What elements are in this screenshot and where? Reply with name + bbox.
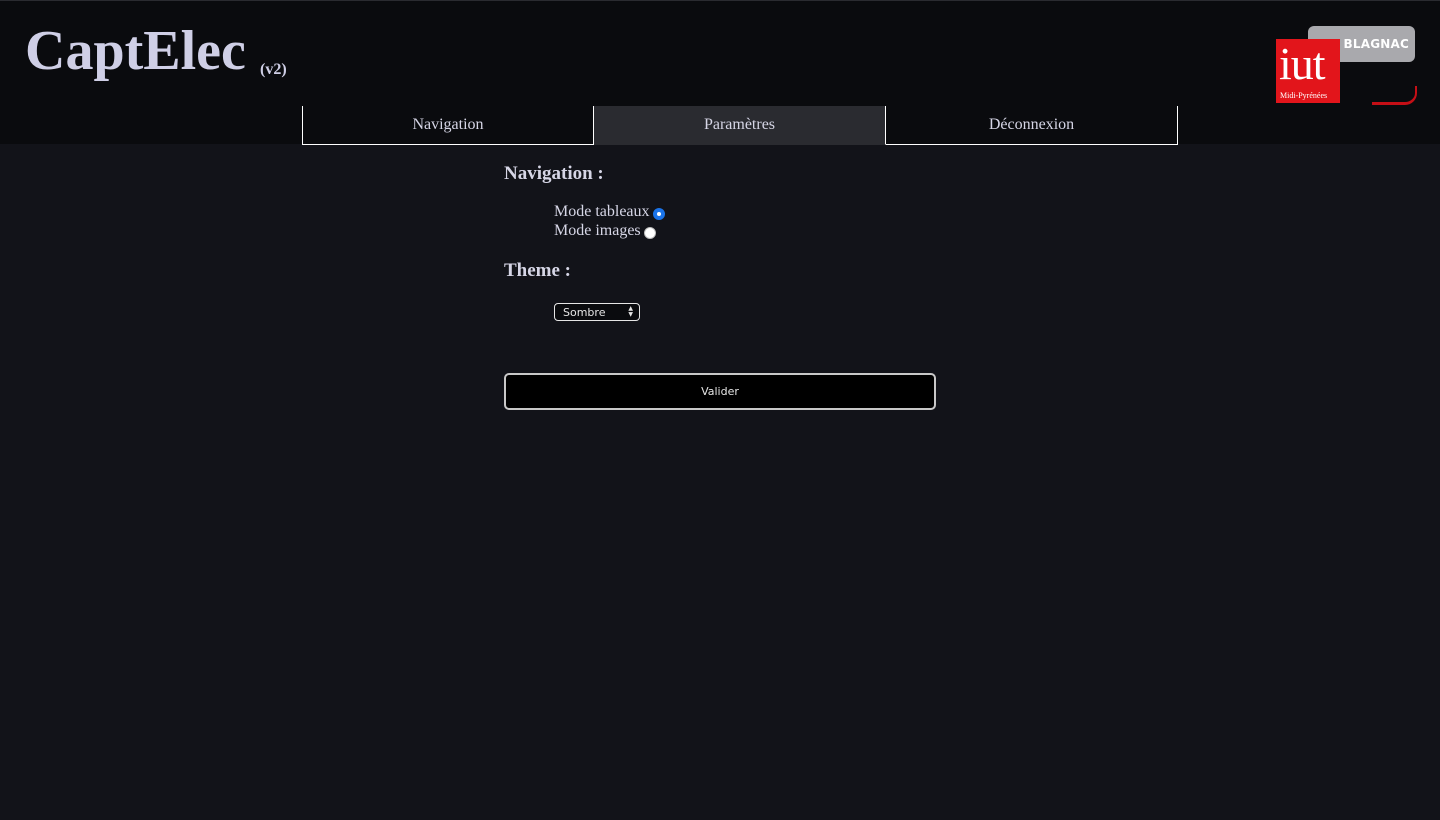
radio-mode-tableaux-row: Mode tableaux (554, 203, 665, 221)
header: CaptElec (v2) BLAGNAC iut Midi-Pyrénées … (0, 0, 1440, 145)
tab-parametres[interactable]: Paramètres (594, 106, 886, 145)
main-tabs: Navigation Paramètres Déconnexion (302, 106, 1178, 145)
navigation-section-title: Navigation : (504, 163, 604, 184)
logo-iut-text: iut (1279, 38, 1326, 89)
select-arrows-icon: ▲ ▼ (628, 305, 633, 318)
radio-mode-images-label: Mode images (554, 222, 641, 239)
app-version: (v2) (260, 61, 287, 78)
radio-mode-tableaux-label: Mode tableaux (554, 203, 650, 220)
radio-mode-tableaux[interactable] (652, 207, 665, 220)
theme-select-value: Sombre (563, 305, 606, 319)
theme-select[interactable]: Sombre ▲ ▼ (554, 303, 640, 321)
iut-blagnac-logo: BLAGNAC iut Midi-Pyrénées (1276, 26, 1417, 105)
radio-mode-images[interactable] (643, 226, 656, 239)
validate-button[interactable]: Valider (504, 373, 936, 410)
radio-mode-images-row: Mode images (554, 222, 656, 240)
tab-deconnexion[interactable]: Déconnexion (886, 106, 1178, 145)
logo-iut-block: iut Midi-Pyrénées (1276, 39, 1340, 103)
tab-navigation[interactable]: Navigation (302, 106, 594, 145)
app-title: CaptElec (25, 20, 246, 82)
theme-section-title: Theme : (504, 260, 572, 281)
logo-iut-subtitle: Midi-Pyrénées (1280, 91, 1328, 100)
logo-swoosh (1372, 86, 1417, 105)
logo-blagnac-text: BLAGNAC (1343, 37, 1409, 51)
